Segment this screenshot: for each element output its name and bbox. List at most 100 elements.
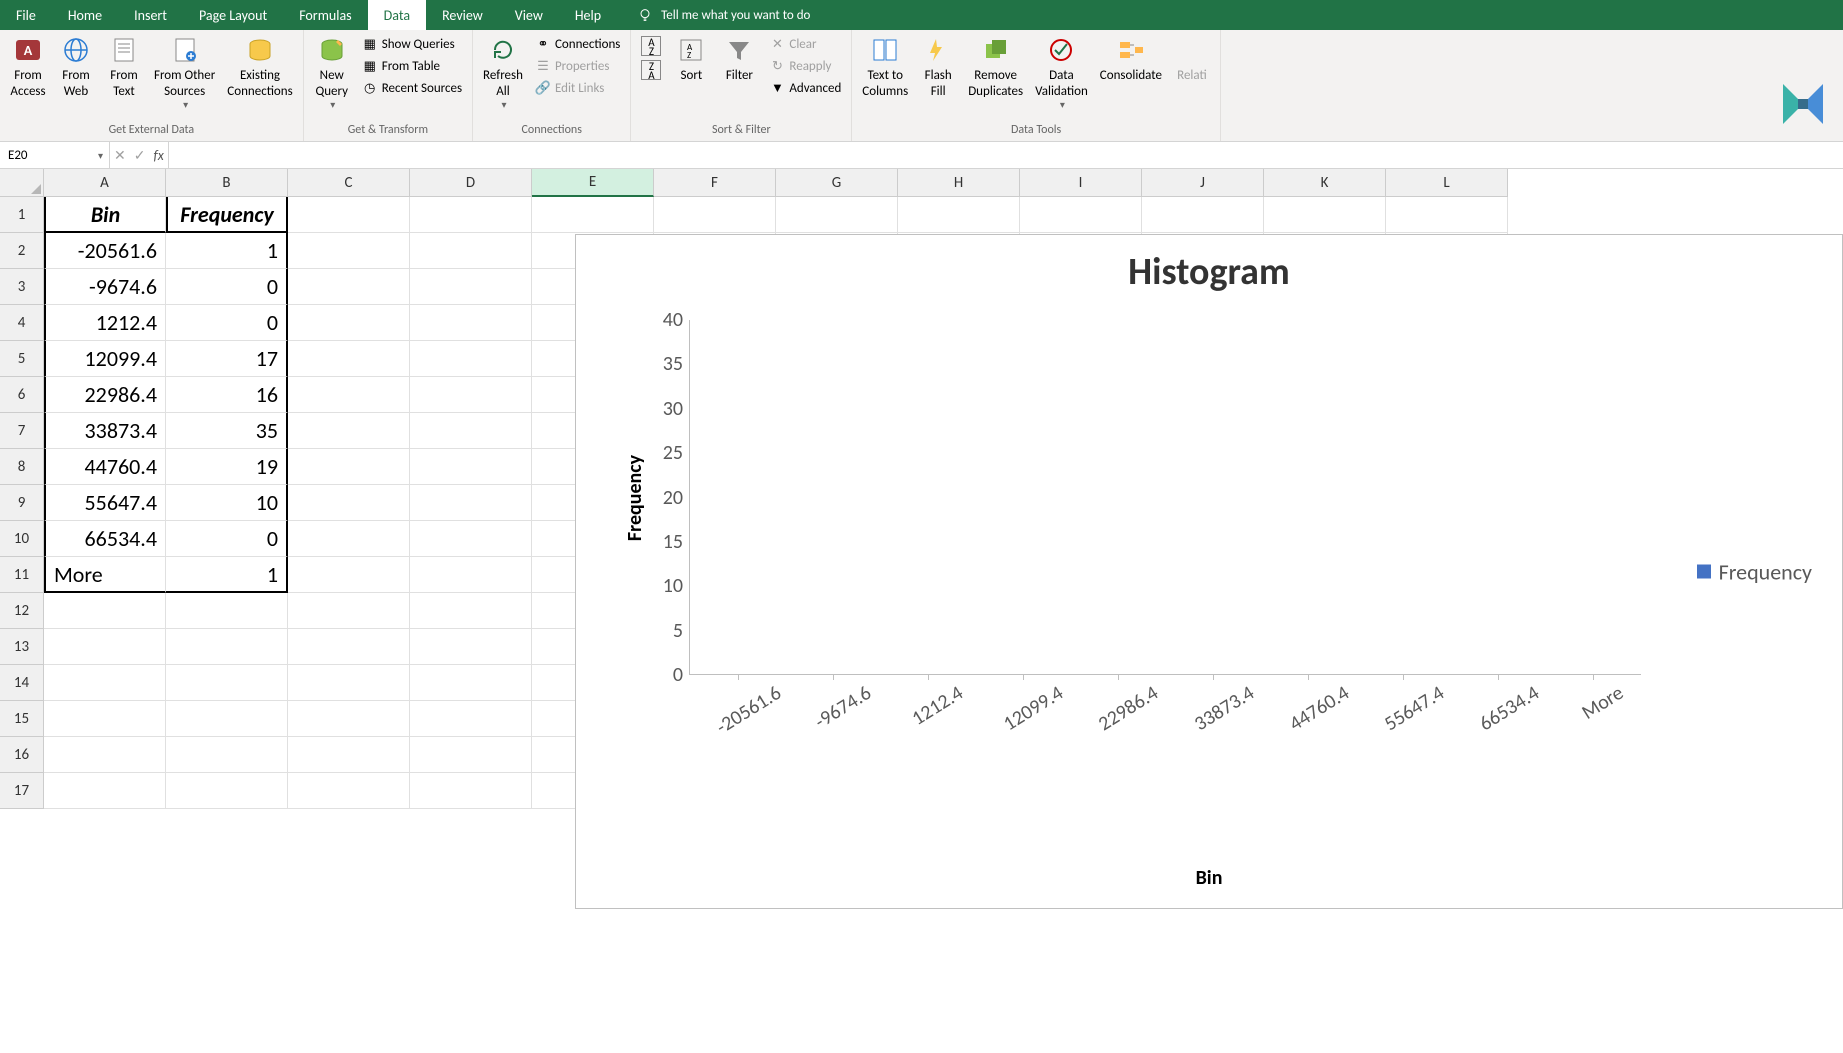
tab-data[interactable]: Data: [368, 0, 426, 30]
column-header-B[interactable]: B: [166, 169, 288, 197]
row-header-16[interactable]: 16: [0, 737, 44, 773]
tab-view[interactable]: View: [499, 0, 559, 30]
cell-D4[interactable]: [410, 305, 532, 341]
cell-C8[interactable]: [288, 449, 410, 485]
filter-button[interactable]: Filter: [717, 32, 761, 86]
column-header-J[interactable]: J: [1142, 169, 1264, 197]
reapply-filter-button[interactable]: ↻Reapply: [765, 56, 845, 76]
from-web-button[interactable]: From Web: [54, 32, 98, 101]
column-header-L[interactable]: L: [1386, 169, 1508, 197]
cell-C17[interactable]: [288, 773, 410, 809]
cell-B3[interactable]: 0: [166, 269, 288, 305]
cell-A5[interactable]: 12099.4: [44, 341, 166, 377]
select-all-corner[interactable]: [0, 169, 44, 197]
cell-C3[interactable]: [288, 269, 410, 305]
cell-C7[interactable]: [288, 413, 410, 449]
clear-filter-button[interactable]: ✕Clear: [765, 34, 845, 54]
row-header-13[interactable]: 13: [0, 629, 44, 665]
cell-I1[interactable]: [1020, 197, 1142, 233]
cell-C9[interactable]: [288, 485, 410, 521]
cell-D2[interactable]: [410, 233, 532, 269]
remove-duplicates-button[interactable]: Remove Duplicates: [964, 32, 1027, 101]
cell-C2[interactable]: [288, 233, 410, 269]
from-table-button[interactable]: ▦From Table: [358, 56, 466, 76]
cell-A11[interactable]: More: [44, 557, 166, 593]
cell-B6[interactable]: 16: [166, 377, 288, 413]
cell-D1[interactable]: [410, 197, 532, 233]
cell-B4[interactable]: 0: [166, 305, 288, 341]
cell-F1[interactable]: [654, 197, 776, 233]
from-other-sources-button[interactable]: From Other Sources▾: [150, 32, 219, 113]
row-header-15[interactable]: 15: [0, 701, 44, 737]
cell-B9[interactable]: 10: [166, 485, 288, 521]
cell-E1[interactable]: [532, 197, 654, 233]
cell-B16[interactable]: [166, 737, 288, 773]
properties-button[interactable]: ☰Properties: [531, 56, 624, 76]
row-header-6[interactable]: 6: [0, 377, 44, 413]
relationships-button[interactable]: Relati: [1170, 32, 1214, 86]
cell-C1[interactable]: [288, 197, 410, 233]
cell-D14[interactable]: [410, 665, 532, 701]
text-to-columns-button[interactable]: Text to Columns: [858, 32, 912, 101]
from-access-button[interactable]: AFrom Access: [6, 32, 50, 101]
data-validation-button[interactable]: Data Validation▾: [1031, 32, 1092, 113]
flash-fill-button[interactable]: Flash Fill: [916, 32, 960, 101]
cell-A2[interactable]: -20561.6: [44, 233, 166, 269]
cell-A6[interactable]: 22986.4: [44, 377, 166, 413]
cell-C4[interactable]: [288, 305, 410, 341]
cell-C14[interactable]: [288, 665, 410, 701]
column-header-E[interactable]: E: [532, 169, 654, 197]
cell-A4[interactable]: 1212.4: [44, 305, 166, 341]
column-header-I[interactable]: I: [1020, 169, 1142, 197]
from-text-button[interactable]: From Text: [102, 32, 146, 101]
cell-C6[interactable]: [288, 377, 410, 413]
cell-D10[interactable]: [410, 521, 532, 557]
enter-formula-button[interactable]: ✓: [134, 147, 146, 164]
column-header-A[interactable]: A: [44, 169, 166, 197]
cell-A17[interactable]: [44, 773, 166, 809]
histogram-chart[interactable]: Histogram 0510152025303540 Frequency -20…: [575, 234, 1843, 909]
cell-D12[interactable]: [410, 593, 532, 629]
cell-D5[interactable]: [410, 341, 532, 377]
cell-D8[interactable]: [410, 449, 532, 485]
row-header-2[interactable]: 2: [0, 233, 44, 269]
row-header-7[interactable]: 7: [0, 413, 44, 449]
tell-me-search[interactable]: Tell me what you want to do: [637, 0, 810, 30]
row-header-14[interactable]: 14: [0, 665, 44, 701]
column-header-F[interactable]: F: [654, 169, 776, 197]
insert-function-button[interactable]: fx: [153, 147, 163, 164]
sort-ascending-button[interactable]: AZ: [641, 36, 661, 56]
refresh-all-button[interactable]: Refresh All▾: [479, 32, 527, 113]
cancel-formula-button[interactable]: ✕: [114, 147, 126, 164]
cell-B10[interactable]: 0: [166, 521, 288, 557]
cell-B8[interactable]: 19: [166, 449, 288, 485]
tab-review[interactable]: Review: [426, 0, 499, 30]
cell-B15[interactable]: [166, 701, 288, 737]
cell-B7[interactable]: 35: [166, 413, 288, 449]
column-header-D[interactable]: D: [410, 169, 532, 197]
cell-D7[interactable]: [410, 413, 532, 449]
tab-page-layout[interactable]: Page Layout: [183, 0, 283, 30]
cell-A9[interactable]: 55647.4: [44, 485, 166, 521]
advanced-filter-button[interactable]: ▼Advanced: [765, 78, 845, 98]
cell-A13[interactable]: [44, 629, 166, 665]
tab-insert[interactable]: Insert: [118, 0, 183, 30]
cell-A16[interactable]: [44, 737, 166, 773]
row-header-4[interactable]: 4: [0, 305, 44, 341]
cell-A12[interactable]: [44, 593, 166, 629]
column-header-H[interactable]: H: [898, 169, 1020, 197]
cell-B11[interactable]: 1: [166, 557, 288, 593]
cell-D16[interactable]: [410, 737, 532, 773]
cell-K1[interactable]: [1264, 197, 1386, 233]
cell-B13[interactable]: [166, 629, 288, 665]
row-header-10[interactable]: 10: [0, 521, 44, 557]
cell-D11[interactable]: [410, 557, 532, 593]
cell-D3[interactable]: [410, 269, 532, 305]
row-header-8[interactable]: 8: [0, 449, 44, 485]
cell-C13[interactable]: [288, 629, 410, 665]
existing-connections-button[interactable]: Existing Connections: [223, 32, 296, 101]
cell-C5[interactable]: [288, 341, 410, 377]
cell-B12[interactable]: [166, 593, 288, 629]
cell-B17[interactable]: [166, 773, 288, 809]
cell-A1[interactable]: Bin: [44, 197, 166, 233]
